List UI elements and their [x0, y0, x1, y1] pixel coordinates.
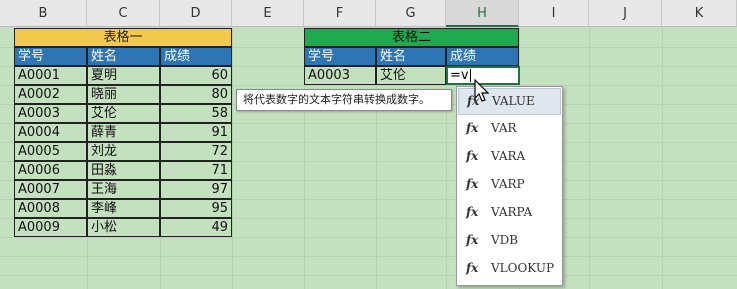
table1-cell-id[interactable]: A0001	[14, 66, 87, 85]
column-header-b[interactable]: B	[0, 0, 87, 27]
table2-header-name[interactable]: 姓名	[376, 47, 446, 66]
table2-header-score[interactable]: 成绩	[446, 47, 519, 66]
table1-cell-id[interactable]: A0003	[14, 104, 87, 123]
table1-cell-score[interactable]: 72	[160, 142, 232, 161]
function-icon: fx	[466, 177, 479, 191]
function-name: VLOOKUP	[491, 261, 555, 275]
table1-cell-name[interactable]: 小松	[87, 218, 160, 237]
autocomplete-item-varpa[interactable]: fx VARPA	[458, 200, 561, 227]
column-header-e[interactable]: E	[232, 0, 304, 27]
function-name: VARPA	[491, 205, 533, 219]
table1-cell-id[interactable]: A0002	[14, 85, 87, 104]
autocomplete-item-var[interactable]: fx VAR	[458, 116, 561, 143]
column-header-g[interactable]: G	[376, 0, 446, 27]
table1-cell-name[interactable]: 李峰	[87, 199, 160, 218]
table1-header-id[interactable]: 学号	[14, 47, 87, 66]
column-header-c[interactable]: C	[87, 0, 160, 27]
table1-cell-name[interactable]: 晓丽	[87, 85, 160, 104]
table2-header-id[interactable]: 学号	[304, 47, 376, 66]
table2-cell-name[interactable]: 艾伦	[376, 66, 446, 85]
table1-cell-name[interactable]: 薛青	[87, 123, 160, 142]
table1-cell-score[interactable]: 95	[160, 199, 232, 218]
table1-cell-id[interactable]: A0007	[14, 180, 87, 199]
column-header-h[interactable]: H	[446, 0, 519, 27]
autocomplete-item-vdb[interactable]: fx VDB	[458, 228, 561, 255]
column-header-d[interactable]: D	[160, 0, 232, 27]
table1-cell-name[interactable]: 刘龙	[87, 142, 160, 161]
table1-header-name[interactable]: 姓名	[87, 47, 160, 66]
mouse-pointer-icon	[474, 79, 490, 102]
function-name: VARA	[491, 149, 526, 163]
column-header-j[interactable]: J	[589, 0, 662, 27]
column-header-f[interactable]: F	[304, 0, 376, 27]
autocomplete-item-vara[interactable]: fx VARA	[458, 144, 561, 171]
table1-cell-score[interactable]: 80	[160, 85, 232, 104]
table2-title[interactable]: 表格二	[304, 28, 519, 47]
gridline	[0, 237, 737, 238]
function-tooltip: 将代表数字的文本字符串转换成数字。	[236, 89, 452, 111]
text-caret	[469, 69, 471, 82]
table1-cell-id[interactable]: A0004	[14, 123, 87, 142]
function-icon: fx	[466, 121, 479, 135]
table1-cell-score[interactable]: 58	[160, 104, 232, 123]
function-name: VDB	[491, 233, 519, 247]
function-icon: fx	[466, 149, 479, 163]
spreadsheet-grid[interactable]: B C D E F G H I J K 表格一 学号 姓名 成绩 A0001 夏明…	[0, 0, 737, 289]
function-name: VAR	[491, 121, 517, 135]
table1-cell-name[interactable]: 王海	[87, 180, 160, 199]
function-icon: fx	[466, 205, 479, 219]
table1-cell-name[interactable]: 艾伦	[87, 104, 160, 123]
table1-cell-score[interactable]: 97	[160, 180, 232, 199]
table1-cell-id[interactable]: A0005	[14, 142, 87, 161]
function-icon: fx	[466, 261, 479, 275]
table1-cell-name[interactable]: 夏明	[87, 66, 160, 85]
table1-cell-score[interactable]: 71	[160, 161, 232, 180]
table1-cell-name[interactable]: 田淼	[87, 161, 160, 180]
function-name: VALUE	[492, 94, 535, 108]
table1-cell-id[interactable]: A0009	[14, 218, 87, 237]
table1-cell-id[interactable]: A0008	[14, 199, 87, 218]
table1-cell-score[interactable]: 91	[160, 123, 232, 142]
table2-cell-id[interactable]: A0003	[304, 66, 376, 85]
table1-header-score[interactable]: 成绩	[160, 47, 232, 66]
table1-title[interactable]: 表格一	[14, 28, 232, 47]
table1-cell-score[interactable]: 60	[160, 66, 232, 85]
table1-cell-score[interactable]: 49	[160, 218, 232, 237]
gridline	[0, 275, 737, 276]
function-icon: fx	[466, 233, 479, 247]
table1-cell-id[interactable]: A0006	[14, 161, 87, 180]
column-header-i[interactable]: I	[519, 0, 589, 27]
function-autocomplete-list[interactable]: fx VALUE fx VAR fx VARA fx VARP fx VARPA fx VDB fx VL…	[456, 86, 563, 286]
autocomplete-item-varp[interactable]: fx VARP	[458, 172, 561, 199]
gridline	[0, 256, 737, 257]
column-header-k[interactable]: K	[662, 0, 737, 27]
formula-text: =v	[450, 68, 469, 83]
autocomplete-item-vlookup[interactable]: fx VLOOKUP	[458, 256, 561, 283]
function-name: VARP	[491, 177, 525, 191]
